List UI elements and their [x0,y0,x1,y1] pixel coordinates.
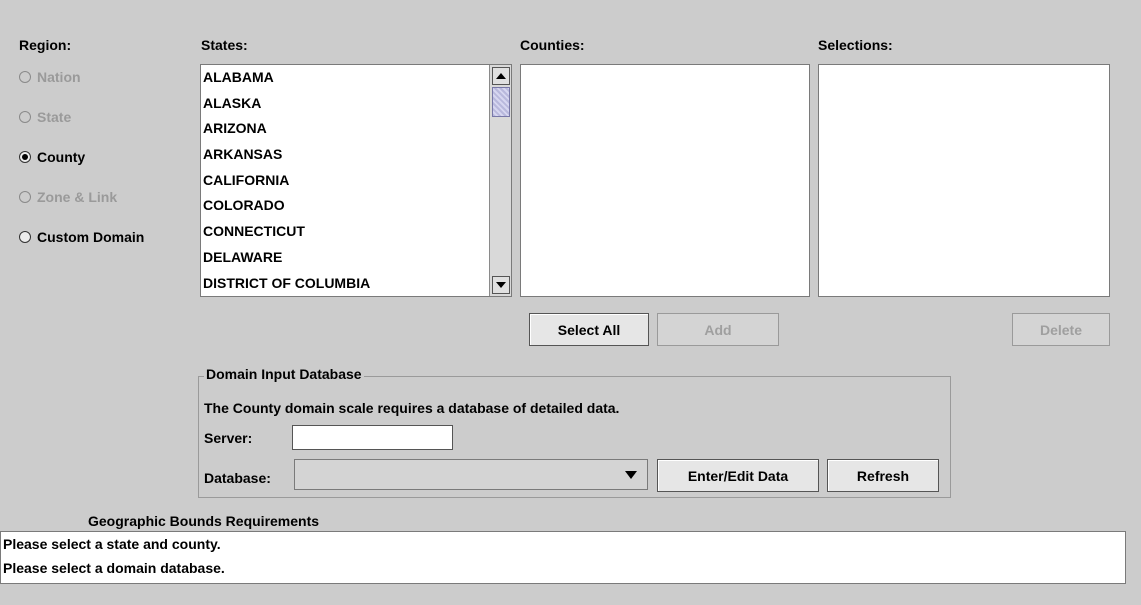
database-select[interactable] [294,459,648,490]
region-radio-label: County [37,149,86,165]
region-radio-label: Zone & Link [37,189,118,205]
server-input[interactable] [292,425,453,450]
scroll-up-button[interactable] [492,67,510,85]
chevron-down-icon [625,471,637,479]
counties-label: Counties: [520,37,585,53]
add-button[interactable]: Add [657,313,779,346]
region-radio-label: State [37,109,72,125]
list-item[interactable]: CONNECTICUT [201,219,489,245]
select-all-button[interactable]: Select All [529,313,649,346]
states-label: States: [201,37,248,53]
radio-circle-icon [19,191,31,203]
database-label: Database: [204,470,271,486]
region-radio-state[interactable]: State [19,107,71,127]
list-item[interactable]: ALASKA [201,91,489,117]
region-radio-label: Nation [37,69,81,85]
domain-description: The County domain scale requires a datab… [204,400,620,416]
states-list[interactable]: ALABAMA ALASKA ARIZONA ARKANSAS CALIFORNIA CO… [200,64,512,297]
arrow-up-icon [496,73,506,79]
states-scrollbar[interactable] [489,65,511,296]
server-label: Server: [204,430,253,446]
region-radio-custom-domain[interactable]: Custom Domain [19,227,144,247]
enter-edit-data-button[interactable]: Enter/Edit Data [657,459,819,492]
list-item[interactable]: CALIFORNIA [201,168,489,194]
refresh-button[interactable]: Refresh [827,459,939,492]
region-radio-label: Custom Domain [37,229,145,245]
counties-list[interactable] [520,64,810,297]
bounds-messages: Please select a state and county. Please … [0,531,1126,584]
list-item[interactable]: COLORADO [201,193,489,219]
region-radio-zone-link[interactable]: Zone & Link [19,187,117,207]
selections-label: Selections: [818,37,893,53]
domain-input-database-title: Domain Input Database [204,366,364,382]
bounds-title: Geographic Bounds Requirements [88,513,320,529]
selections-list[interactable] [818,64,1110,297]
list-item[interactable]: ARKANSAS [201,142,489,168]
region-radio-nation[interactable]: Nation [19,67,81,87]
list-item[interactable]: DISTRICT OF COLUMBIA [201,271,489,297]
bounds-message: Please select a state and county. [3,536,221,552]
region-label: Region: [19,37,72,53]
list-item[interactable]: ARIZONA [201,116,489,142]
list-item[interactable]: ALABAMA [201,65,489,91]
scroll-thumb[interactable] [492,87,510,117]
list-item[interactable]: DELAWARE [201,245,489,271]
bounds-message: Please select a domain database. [3,560,225,576]
radio-circle-icon [19,151,31,163]
region-radio-county[interactable]: County [19,147,85,167]
radio-circle-icon [19,231,31,243]
radio-circle-icon [19,111,31,123]
delete-button[interactable]: Delete [1012,313,1110,346]
arrow-down-icon [496,282,506,288]
radio-circle-icon [19,71,31,83]
scroll-down-button[interactable] [492,276,510,294]
